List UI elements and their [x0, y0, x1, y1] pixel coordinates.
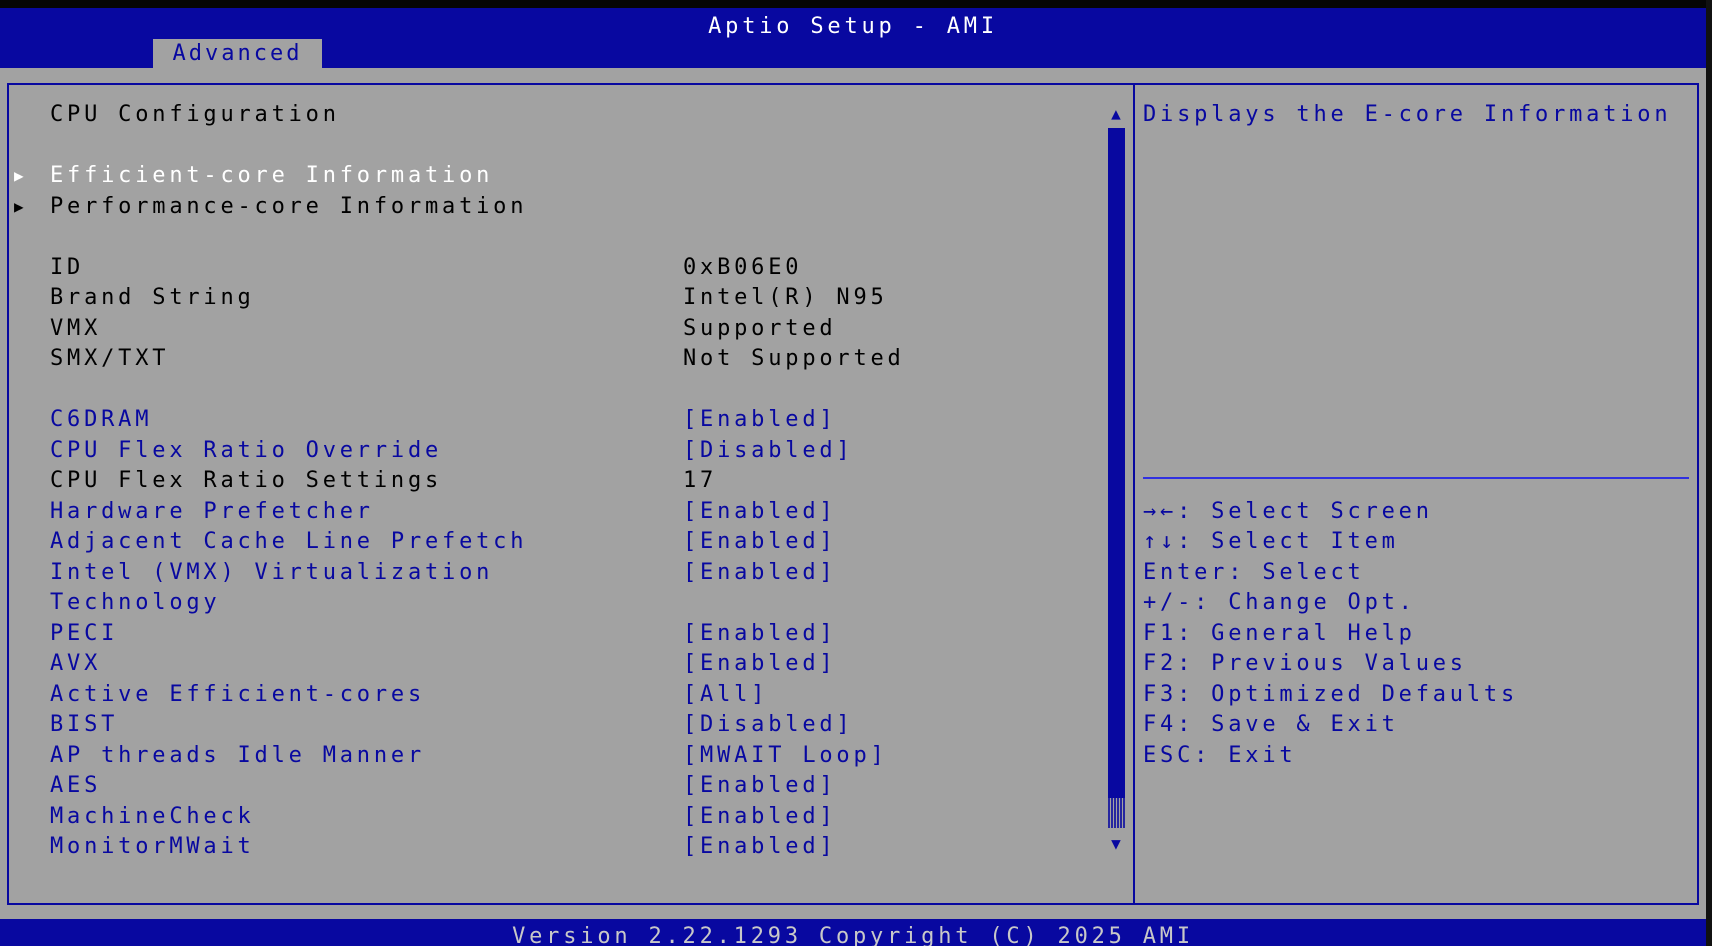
submenu-efficient-core[interactable]: Efficient-core Information	[50, 161, 493, 191]
info-label: SMX/TXT	[50, 346, 170, 371]
setting-value[interactable]: [MWAIT Loop]	[683, 741, 888, 771]
info-label: VMX	[50, 315, 102, 341]
top-border	[0, 0, 1712, 8]
setting-value[interactable]: [Enabled]	[683, 497, 836, 527]
panel-divider	[1133, 83, 1135, 905]
setting-bist[interactable]: BIST	[50, 710, 118, 740]
setting-value[interactable]: [Enabled]	[683, 649, 836, 679]
submenu-arrow-icon: ▶	[14, 166, 24, 185]
key-hint: F3: Optimized Defaults	[1143, 681, 1518, 707]
key-hint: F4: Save & Exit	[1143, 712, 1399, 737]
help-description: Displays the E-core Information	[1143, 102, 1672, 127]
scroll-up-arrow-icon[interactable]: ▲	[1106, 104, 1126, 123]
setting-ap-threads-idle-manner[interactable]: AP threads Idle Manner	[50, 741, 425, 771]
submenu-arrow-icon: ▶	[14, 196, 24, 216]
key-hint: ↑↓: Select Item	[1143, 529, 1399, 554]
setting-active-efficient-cores[interactable]: Active Efficient-cores	[50, 680, 425, 710]
setting-value[interactable]: [Enabled]	[683, 619, 836, 649]
setting-value: 17	[683, 468, 718, 493]
page-title: CPU Configuration	[50, 102, 340, 127]
scroll-down-arrow-icon[interactable]: ▼	[1106, 834, 1126, 853]
setting-avx[interactable]: AVX	[50, 649, 101, 679]
key-hint: →←: Select Screen	[1143, 498, 1433, 524]
scrollbar-thumb[interactable]	[1108, 128, 1125, 798]
setting-value[interactable]: [Enabled]	[683, 832, 836, 862]
tab-advanced[interactable]: Advanced	[153, 39, 322, 68]
setting-aes[interactable]: AES	[50, 771, 101, 801]
setting-cpu-flex-ratio-override[interactable]: CPU Flex Ratio Override	[50, 436, 442, 466]
key-hint: Enter: Select	[1143, 559, 1365, 585]
help-separator	[1143, 477, 1689, 479]
setting-value[interactable]: [Disabled]	[683, 710, 853, 740]
info-value: Not Supported	[683, 346, 905, 371]
footer-version: Version 2.22.1293 Copyright (C) 2025 AMI	[0, 919, 1706, 946]
submenu-performance-core[interactable]: Performance-core Information	[50, 192, 527, 222]
setting-value[interactable]: [Disabled]	[683, 436, 853, 466]
scrollbar-track[interactable]	[1108, 798, 1125, 828]
setting-cpu-flex-ratio-settings: CPU Flex Ratio Settings	[50, 468, 443, 493]
key-hint: ESC: Exit	[1143, 742, 1297, 768]
setting-vmx-virtualization-cont[interactable]: Technology	[50, 588, 220, 618]
info-value: 0xB06E0	[683, 254, 803, 280]
setting-value[interactable]: [Enabled]	[683, 802, 836, 832]
setting-value[interactable]: [All]	[683, 680, 768, 710]
info-value: Intel(R) N95	[683, 285, 888, 310]
key-hint: F1: General Help	[1143, 620, 1416, 646]
setting-value[interactable]: [Enabled]	[683, 771, 836, 801]
info-value: Supported	[683, 315, 837, 341]
info-label: Brand String	[50, 285, 255, 310]
key-hint: +/-: Change Opt.	[1143, 590, 1416, 615]
setting-value[interactable]: [Enabled]	[683, 405, 836, 435]
setting-machinecheck[interactable]: MachineCheck	[50, 802, 255, 832]
setting-adjacent-cache-line-prefetch[interactable]: Adjacent Cache Line Prefetch	[50, 527, 527, 557]
app-title: Aptio Setup - AMI	[708, 14, 998, 39]
setting-value[interactable]: [Enabled]	[683, 558, 836, 588]
setting-vmx-virtualization[interactable]: Intel (VMX) Virtualization	[50, 558, 493, 588]
setting-c6dram[interactable]: C6DRAM	[50, 405, 152, 435]
setting-value[interactable]: [Enabled]	[683, 527, 836, 557]
setting-hardware-prefetcher[interactable]: Hardware Prefetcher	[50, 497, 374, 527]
info-label: ID	[50, 254, 85, 280]
setting-monitormwait[interactable]: MonitorMWait	[50, 832, 255, 862]
header-bar: Aptio Setup - AMI Advanced	[0, 8, 1706, 68]
setting-peci[interactable]: PECI	[50, 619, 118, 649]
right-border	[1706, 0, 1712, 946]
key-hint: F2: Previous Values	[1143, 651, 1467, 676]
